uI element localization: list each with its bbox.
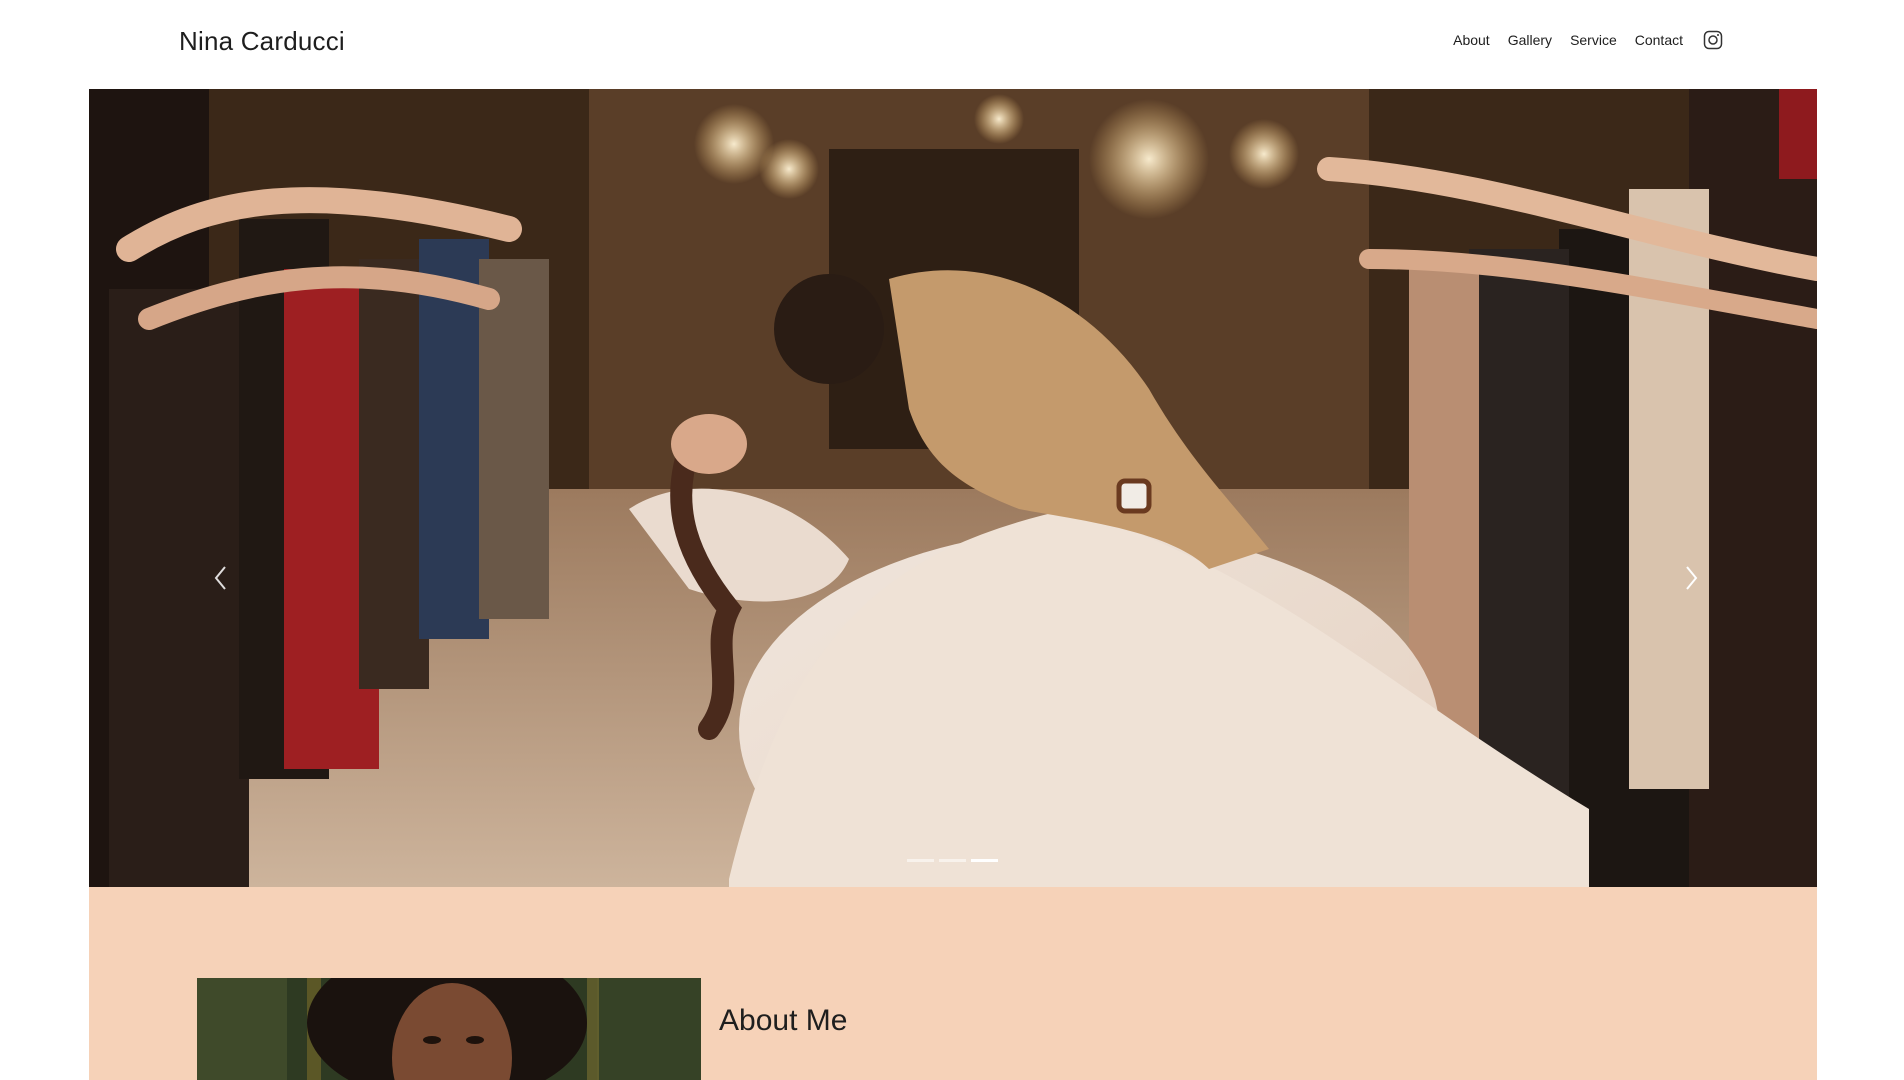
wedding-photo: [89, 89, 1817, 887]
nav-link-about[interactable]: About: [1453, 32, 1490, 48]
carousel-indicator-2[interactable]: [939, 859, 966, 862]
about-title: About Me: [719, 1004, 848, 1037]
about-section: About Me: [89, 887, 1817, 1080]
main-nav: About Gallery Service Contact: [1453, 30, 1723, 50]
carousel-next-button[interactable]: [1677, 561, 1705, 595]
chevron-right-icon: [1686, 566, 1698, 590]
hero-carousel: [89, 89, 1817, 887]
carousel-prev-button[interactable]: [207, 561, 235, 595]
site-header: Nina Carducci About Gallery Service Cont…: [0, 0, 1904, 89]
instagram-icon[interactable]: [1703, 30, 1723, 50]
nav-link-contact[interactable]: Contact: [1635, 32, 1683, 48]
site-title[interactable]: Nina Carducci: [179, 26, 345, 57]
nav-link-service[interactable]: Service: [1570, 32, 1617, 48]
portrait-photo: [197, 978, 701, 1080]
carousel-indicator-3[interactable]: [971, 859, 998, 862]
carousel-indicators: [907, 859, 998, 862]
nav-link-gallery[interactable]: Gallery: [1508, 32, 1552, 48]
carousel-indicator-1[interactable]: [907, 859, 934, 862]
chevron-left-icon: [214, 566, 226, 590]
